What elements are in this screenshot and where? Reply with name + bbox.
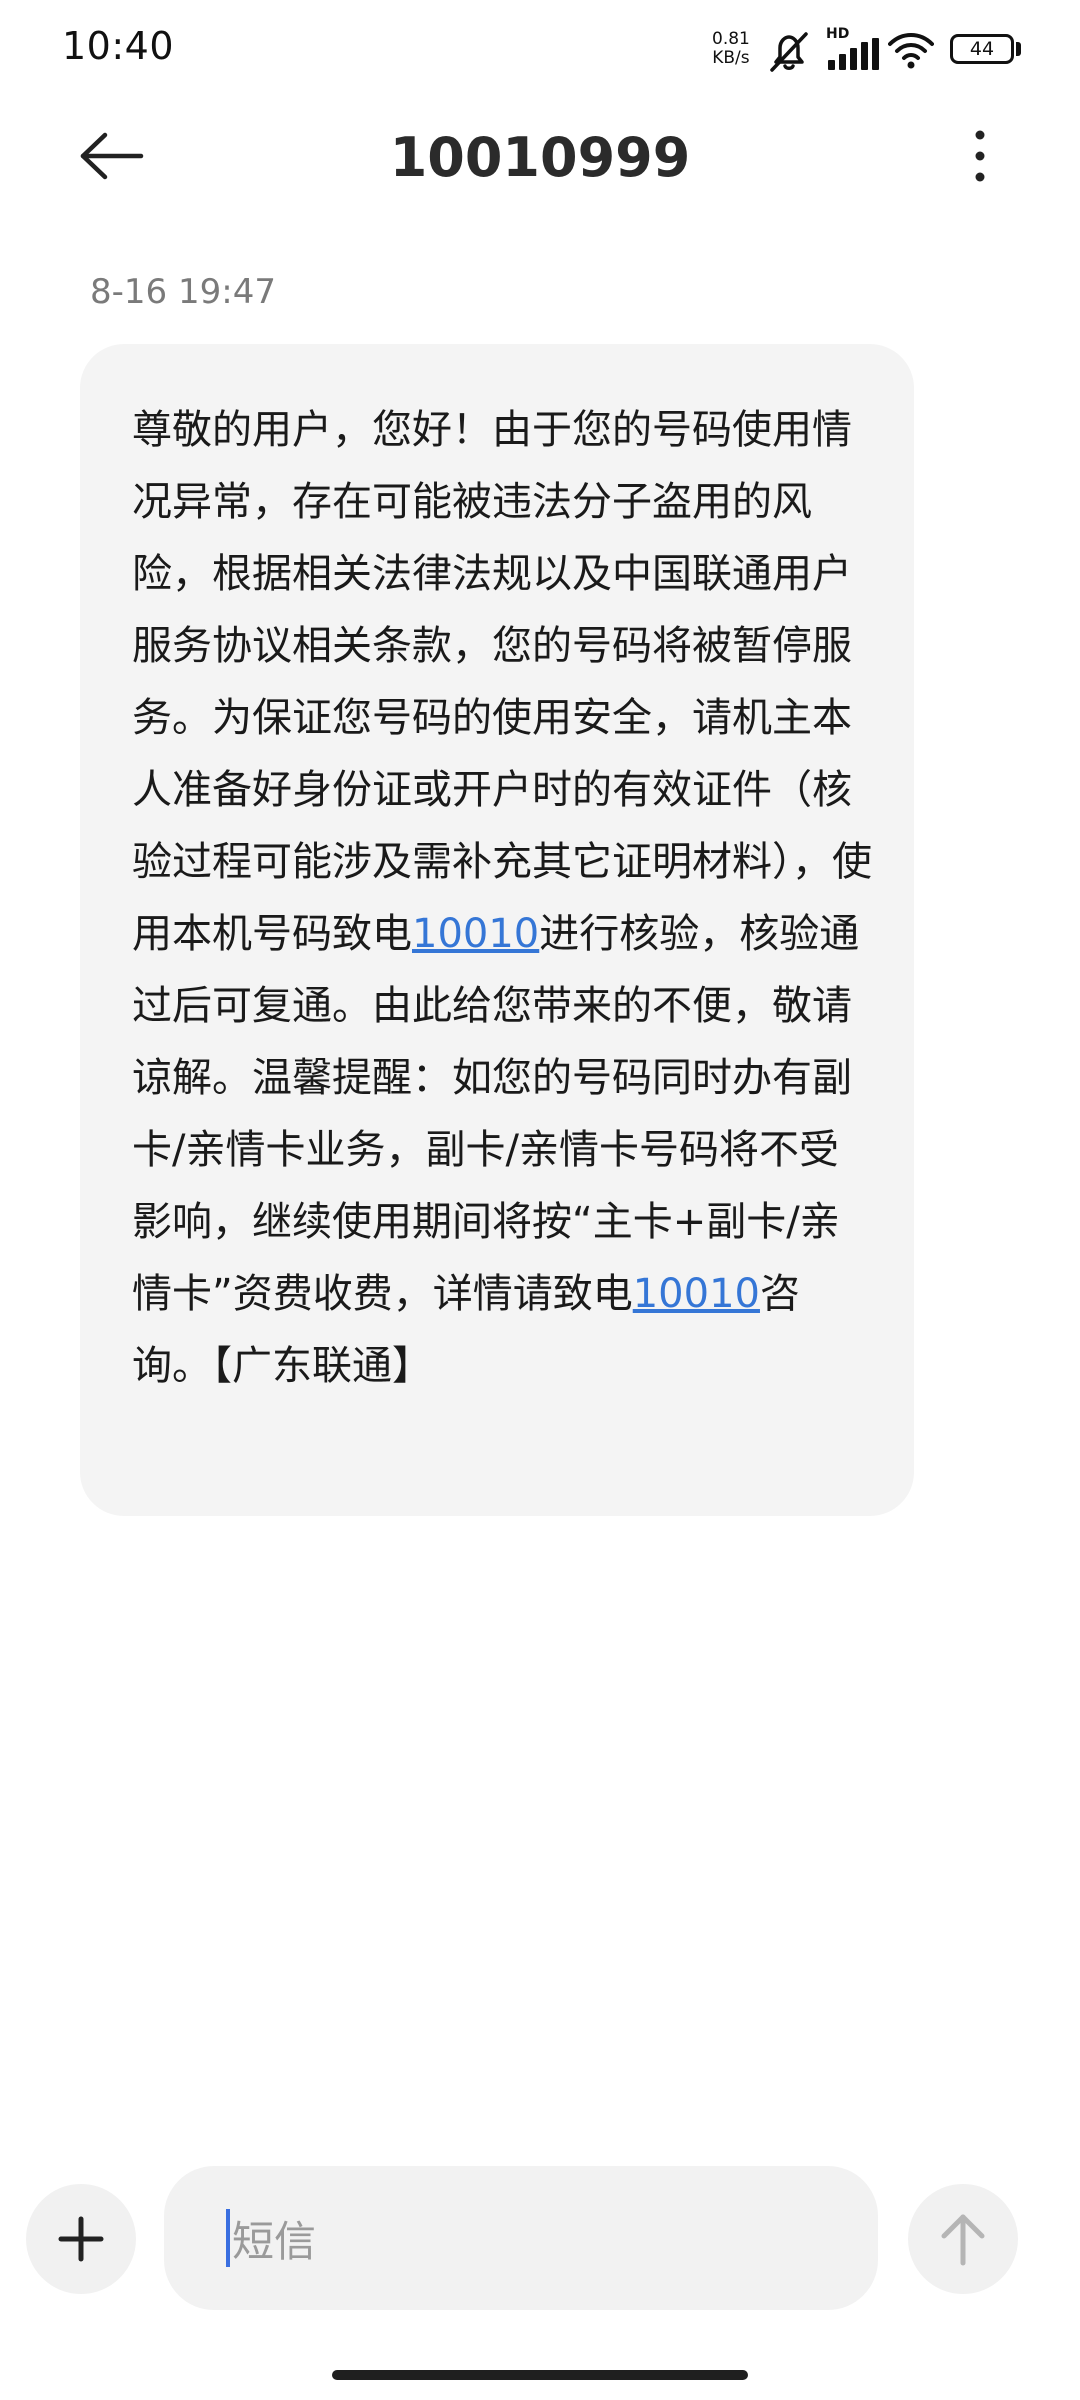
phone-link[interactable]: 10010: [633, 1271, 760, 1317]
network-speed-value: 0.81: [712, 29, 750, 49]
signal-icon: [828, 38, 879, 70]
more-vertical-icon: [975, 130, 985, 182]
conversation-header: 10010999: [0, 100, 1080, 220]
battery-level: 44: [969, 38, 995, 60]
message-bubble[interactable]: 尊敬的用户，您好！由于您的号码使用情况异常，存在可能被违法分子盗用的风险，根据相…: [80, 344, 914, 1516]
status-time: 10:40: [62, 24, 175, 68]
battery-tip: [1016, 42, 1021, 56]
status-bar: 10:40 0.81 KB/s HD 44: [0, 0, 1080, 100]
more-options-button[interactable]: [950, 116, 1010, 196]
network-speed: 0.81 KB/s: [712, 30, 750, 68]
message-text-part: 尊敬的用户，您好！由于您的号码使用情况异常，存在可能被违法分子盗用的风险，根据相…: [132, 407, 872, 957]
sms-conversation-screen: 10:40 0.81 KB/s HD 44 10010999 8-16 19:4…: [0, 0, 1080, 2400]
mute-bell-icon: [770, 32, 808, 72]
text-cursor: [226, 2209, 230, 2267]
wifi-icon: [888, 33, 934, 69]
contact-title: 10010999: [389, 126, 691, 189]
phone-link[interactable]: 10010: [412, 911, 539, 957]
arrow-up-icon: [941, 2214, 985, 2266]
network-speed-unit: KB/s: [712, 48, 750, 68]
plus-icon: [58, 2216, 104, 2262]
battery-icon: 44: [950, 34, 1014, 64]
message-text-part: 进行核验，核验通过后可复通。由此给您带来的不便，敬请谅解。温馨提醒：如您的号码同…: [132, 911, 860, 1317]
message-text: 尊敬的用户，您好！由于您的号码使用情况异常，存在可能被违法分子盗用的风险，根据相…: [132, 394, 872, 1402]
message-timestamp: 8-16 19:47: [90, 272, 276, 312]
home-indicator[interactable]: [332, 2370, 748, 2380]
message-input[interactable]: 短信: [164, 2166, 878, 2310]
message-input-placeholder: 短信: [232, 2216, 317, 2266]
add-attachment-button[interactable]: [26, 2184, 136, 2294]
send-button[interactable]: [908, 2184, 1018, 2294]
